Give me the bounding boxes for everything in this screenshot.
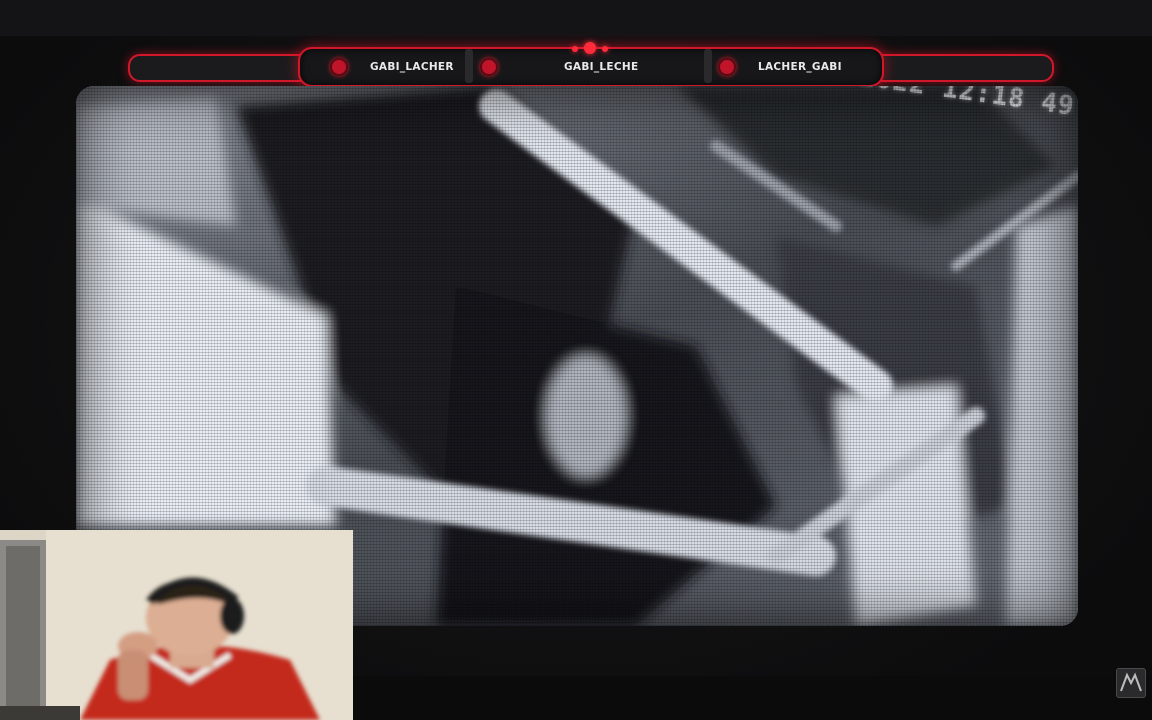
webcam-image xyxy=(0,530,353,720)
username-label: GABI_LECHE xyxy=(564,61,639,73)
header-divider xyxy=(465,49,473,83)
username-label: GABI_LACHER xyxy=(370,61,454,73)
username-label: LACHER_GABI xyxy=(758,61,842,73)
header-slot-2: GABI_LECHE xyxy=(480,52,638,82)
record-icon xyxy=(718,58,736,76)
channel-logo-icon xyxy=(1116,668,1146,698)
stream-overlay: GABI_LACHER GABI_LECHE LACHER_GABI 12:18… xyxy=(0,0,1152,720)
record-icon xyxy=(480,58,498,76)
header-divider xyxy=(704,49,712,83)
header-slot-3: LACHER_GABI xyxy=(718,52,842,82)
top-strip xyxy=(0,0,1152,36)
bottom-bar xyxy=(352,676,1152,720)
header-slot-1: GABI_LACHER xyxy=(330,52,454,82)
record-icon xyxy=(330,58,348,76)
webcam-feed xyxy=(0,530,353,720)
